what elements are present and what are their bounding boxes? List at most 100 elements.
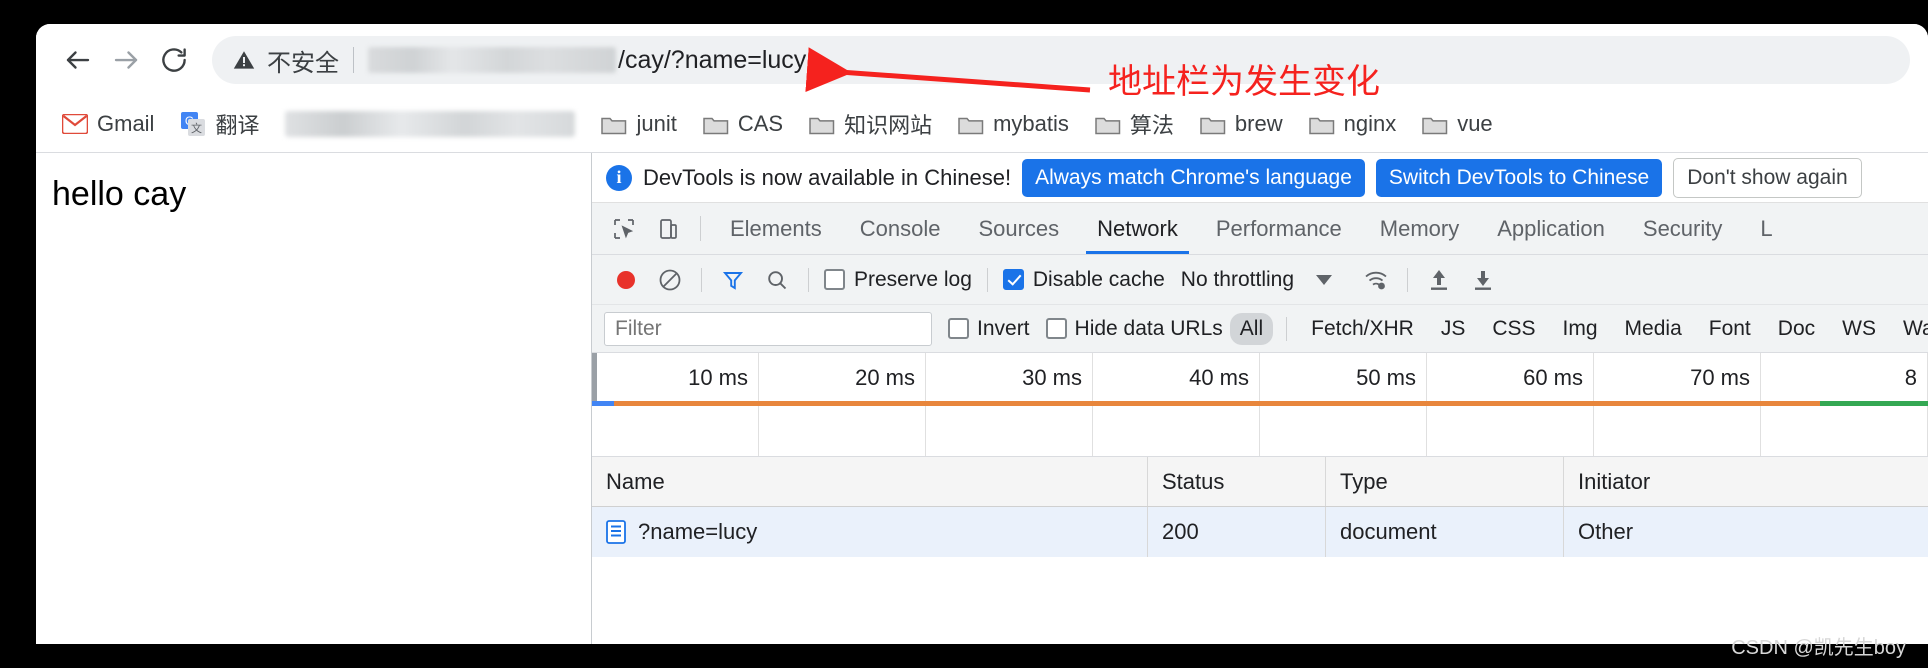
always-match-chrome-language-button[interactable]: Always match Chrome's language xyxy=(1022,158,1365,197)
type-filter-wasm[interactable]: Wa xyxy=(1893,313,1928,345)
bookmark-algorithms[interactable]: 算法 xyxy=(1085,102,1184,146)
timeline-selection-handle[interactable] xyxy=(592,353,597,401)
bookmark-label: junit xyxy=(636,111,677,136)
record-button[interactable] xyxy=(604,258,648,302)
device-toolbar-icon[interactable] xyxy=(646,203,690,254)
document-icon xyxy=(606,520,626,544)
export-har-icon[interactable] xyxy=(1461,258,1505,302)
cell-name[interactable]: ?name=lucy xyxy=(592,507,1148,557)
tab-performance[interactable]: Performance xyxy=(1197,203,1361,254)
warning-triangle-icon[interactable] xyxy=(232,48,256,72)
table-row[interactable]: ?name=lucy 200 document Other xyxy=(592,507,1928,557)
search-icon[interactable] xyxy=(755,258,799,302)
timeline-tick: 10 ms xyxy=(592,353,759,401)
hide-data-urls-checkbox[interactable]: Hide data URLs xyxy=(1045,317,1223,341)
tick-label: 30 ms xyxy=(1022,365,1082,390)
chevron-down-icon[interactable] xyxy=(1316,274,1333,285)
bookmark-redacted[interactable] xyxy=(285,111,576,137)
url-text: /cay/?name=lucy xyxy=(618,45,807,74)
tab-security[interactable]: Security xyxy=(1624,203,1741,254)
column-header-name[interactable]: Name xyxy=(592,457,1148,506)
grid-cell xyxy=(759,406,926,456)
type-filter-css[interactable]: CSS xyxy=(1482,313,1545,345)
import-har-icon[interactable] xyxy=(1417,258,1461,302)
tick-label: 60 ms xyxy=(1523,365,1583,390)
tick-label: 10 ms xyxy=(688,365,748,390)
timeline-tick: 40 ms xyxy=(1093,353,1260,401)
bookmark-knowledge-sites[interactable]: 知识网站 xyxy=(799,102,942,146)
checkbox-box[interactable] xyxy=(948,318,969,339)
throttling-select[interactable]: No throttling xyxy=(1181,268,1294,292)
tab-application[interactable]: Application xyxy=(1478,203,1624,254)
bookmark-junit[interactable]: junit xyxy=(591,105,686,143)
tab-sources[interactable]: Sources xyxy=(959,203,1078,254)
bookmark-nginx[interactable]: nginx xyxy=(1299,105,1407,143)
switch-devtools-to-chinese-button[interactable]: Switch DevTools to Chinese xyxy=(1375,158,1663,197)
checkbox-box[interactable] xyxy=(824,269,845,290)
type-filter-font[interactable]: Font xyxy=(1699,313,1761,345)
bookmark-mybatis[interactable]: mybatis xyxy=(948,105,1079,143)
tab-label: Sources xyxy=(978,215,1060,241)
invert-checkbox[interactable]: Invert xyxy=(948,317,1030,341)
type-filter-img[interactable]: Img xyxy=(1553,313,1608,345)
page-body-text: hello cay xyxy=(52,175,187,213)
browser-toolbar: 不安全 /cay/?name=lucy xyxy=(36,24,1928,96)
tab-console[interactable]: Console xyxy=(841,203,960,254)
network-overview-timeline[interactable]: 10 ms 20 ms 30 ms 40 ms 50 ms 60 ms 70 m… xyxy=(592,353,1928,457)
annotation-text: 地址栏为发生变化 xyxy=(1108,63,1380,101)
forward-button[interactable] xyxy=(102,36,150,84)
type-filter-all[interactable]: All xyxy=(1229,312,1274,345)
network-conditions-icon[interactable] xyxy=(1354,258,1398,302)
column-header-status[interactable]: Status xyxy=(1148,457,1326,506)
bookmark-gmail[interactable]: Gmail xyxy=(52,105,164,143)
checkbox-box[interactable] xyxy=(1002,269,1024,290)
grid-cell xyxy=(926,406,1093,456)
google-translate-icon: G文 xyxy=(180,111,206,137)
grid-cell xyxy=(1594,406,1761,456)
tick-label: 50 ms xyxy=(1356,365,1416,390)
omnibox-divider xyxy=(353,47,354,73)
bookmark-cas[interactable]: CAS xyxy=(693,105,793,143)
bookmark-label: Gmail xyxy=(97,111,155,136)
filter-toggle-icon[interactable] xyxy=(711,258,755,302)
bookmark-translate[interactable]: G文 翻译 xyxy=(170,102,269,146)
requests-table: Name Status Type Initiator ?name=lucy 20… xyxy=(592,457,1928,644)
type-filter-js[interactable]: JS xyxy=(1431,313,1476,345)
cell-initiator: Other xyxy=(1578,519,1634,544)
type-filter-fetch-xhr[interactable]: Fetch/XHR xyxy=(1301,313,1424,345)
bookmark-brew[interactable]: brew xyxy=(1190,105,1293,143)
inspect-element-icon[interactable] xyxy=(602,203,646,254)
type-filter-media[interactable]: Media xyxy=(1615,313,1692,345)
bookmark-label: CAS xyxy=(737,111,784,136)
cell-status: 200 xyxy=(1148,507,1326,557)
tab-elements[interactable]: Elements xyxy=(711,203,841,254)
tab-label: Elements xyxy=(730,215,822,241)
column-header-type[interactable]: Type xyxy=(1326,457,1564,506)
clear-button[interactable] xyxy=(648,258,692,302)
devtools-tab-bar: Elements Console Sources Network Perform… xyxy=(592,203,1928,255)
bookmark-label: 翻译 xyxy=(215,113,260,138)
bookmark-vue[interactable]: vue xyxy=(1412,105,1502,143)
network-filter-bar: Invert Hide data URLs All Fetch/XHR JS C… xyxy=(592,305,1928,353)
back-button[interactable] xyxy=(54,36,102,84)
tab-memory[interactable]: Memory xyxy=(1361,203,1478,254)
cell-type: document xyxy=(1326,507,1564,557)
preserve-log-checkbox[interactable]: Preserve log xyxy=(824,268,972,292)
type-filter-doc[interactable]: Doc xyxy=(1768,313,1825,345)
dont-show-again-button[interactable]: Don't show again xyxy=(1673,157,1862,198)
reload-button[interactable] xyxy=(150,36,198,84)
type-filter-ws[interactable]: WS xyxy=(1832,313,1886,345)
filter-input[interactable] xyxy=(604,311,932,346)
checkbox-box[interactable] xyxy=(1045,318,1067,339)
folder-icon xyxy=(703,114,729,135)
bookmark-label: mybatis xyxy=(993,111,1069,136)
table-header-row: Name Status Type Initiator xyxy=(592,457,1928,507)
tab-lighthouse[interactable]: L xyxy=(1741,203,1791,254)
content-and-devtools: hello cay i DevTools is now available in… xyxy=(36,152,1928,644)
column-header-initiator[interactable]: Initiator xyxy=(1564,457,1928,506)
tab-network[interactable]: Network xyxy=(1078,203,1197,254)
security-status-text: 不安全 xyxy=(267,49,339,77)
disable-cache-checkbox[interactable]: Disable cache xyxy=(1002,268,1165,292)
info-icon: i xyxy=(606,164,632,191)
address-bar[interactable]: 不安全 /cay/?name=lucy xyxy=(212,36,1910,84)
